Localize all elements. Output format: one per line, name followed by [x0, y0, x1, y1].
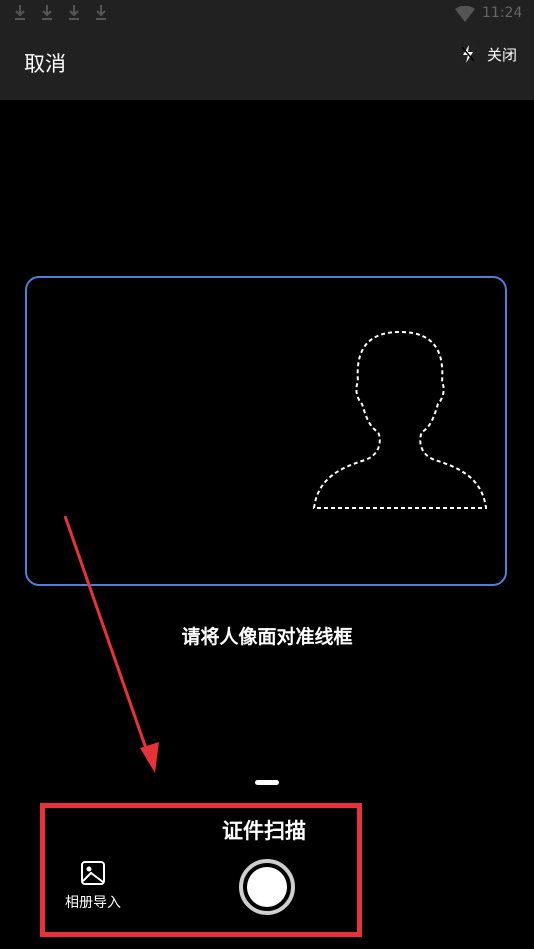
mode-label[interactable]: 证件扫描 [222, 815, 306, 845]
download-icon [15, 5, 25, 20]
download-icon [96, 5, 106, 20]
drag-handle[interactable] [255, 780, 279, 785]
alignment-hint: 请将人像面对准线框 [181, 626, 353, 648]
shutter-inner [247, 867, 287, 907]
status-bar: 11:24 [0, 0, 534, 28]
album-import-label: 相册导入 [65, 895, 121, 911]
flash-toggle[interactable]: 关闭 [455, 38, 517, 70]
wifi-icon [455, 6, 475, 22]
flash-icon [455, 41, 481, 67]
flash-label: 关闭 [487, 45, 518, 64]
status-time: 11:24 [482, 5, 523, 21]
toolbar: 取消 关闭 [0, 28, 534, 100]
album-import-button[interactable]: 相册导入 [58, 860, 128, 912]
download-icon [69, 5, 79, 20]
image-icon [81, 861, 105, 885]
cancel-button[interactable]: 取消 [24, 48, 66, 78]
shutter-button[interactable] [239, 859, 295, 915]
download-icon [42, 5, 52, 20]
portrait-silhouette-icon [312, 330, 488, 509]
